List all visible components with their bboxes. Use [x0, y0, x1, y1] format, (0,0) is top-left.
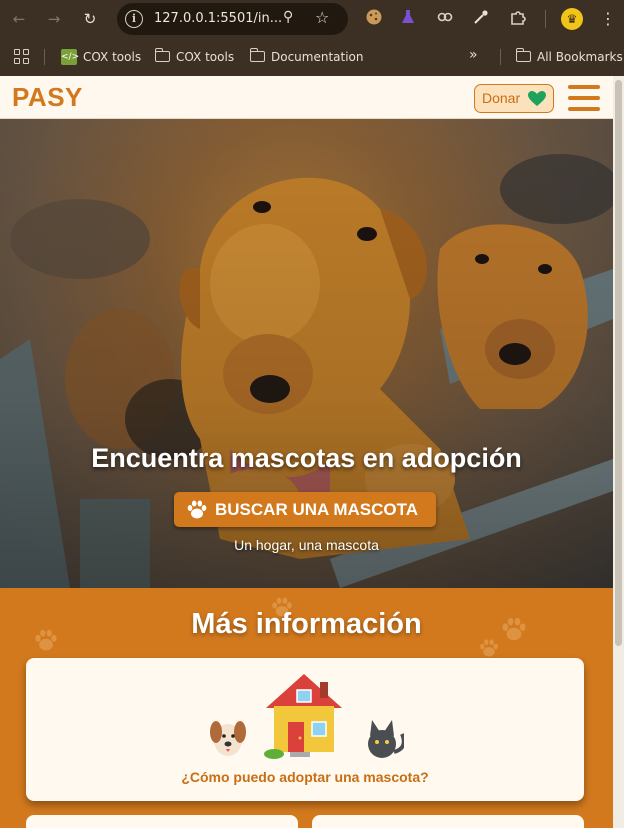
donate-button[interactable]: Donar: [474, 84, 554, 113]
scrollbar-thumb[interactable]: [615, 80, 622, 646]
code-icon: </>: [61, 48, 79, 65]
site-logo[interactable]: PASY: [12, 82, 83, 113]
url-text[interactable]: 127.0.0.1:5501/in...: [154, 11, 282, 26]
search-pet-button[interactable]: BUSCAR UNA MASCOTA: [174, 492, 436, 527]
zoom-icon[interactable]: ⚲: [283, 9, 293, 25]
flask-extension-icon[interactable]: [397, 8, 419, 30]
hero-subtitle: Un hogar, una mascota: [234, 537, 379, 553]
page-scrollbar[interactable]: [613, 76, 624, 828]
bookmark-documentation-folder[interactable]: Documentation: [249, 48, 364, 66]
profile-avatar[interactable]: ♛: [561, 8, 583, 30]
site-header: PASY Donar: [0, 76, 613, 119]
hero-title: Encuentra mascotas en adopción: [91, 443, 522, 473]
page-viewport: PASY Donar Encuentra mascotas en adopció…: [0, 76, 613, 828]
bookmarks-bar: </> COX tools COX tools Documentation » A…: [0, 38, 624, 76]
bookmark-label: COX tools: [83, 50, 142, 64]
link-extension-icon[interactable]: [434, 8, 456, 30]
adoption-illustration: [210, 674, 404, 759]
search-pet-label: BUSCAR UNA MASCOTA: [215, 500, 419, 519]
all-bookmarks-label: All Bookmarks: [537, 50, 623, 64]
folder-icon: [249, 48, 265, 62]
bookmark-label: COX tools: [176, 50, 235, 64]
paw-pattern-icon: [480, 639, 498, 657]
browser-menu-icon[interactable]: ⋮: [598, 8, 618, 30]
forward-arrow-icon[interactable]: →: [44, 9, 64, 29]
hamburger-menu-icon[interactable]: [568, 85, 600, 111]
browser-toolbar: ← → ↻ i 127.0.0.1:5501/in... ⚲ ☆ ♛ ⋮: [0, 0, 624, 38]
donate-label: Donar: [482, 90, 521, 106]
paw-icon: [187, 500, 207, 519]
apps-grid-icon[interactable]: [14, 49, 30, 65]
house-icon: [264, 674, 342, 759]
cat-icon: [368, 720, 404, 758]
site-info-icon[interactable]: i: [125, 10, 143, 28]
eyedropper-extension-icon[interactable]: [470, 8, 492, 30]
bookmark-cox-tools-folder[interactable]: COX tools: [154, 48, 235, 66]
bookmark-label: Documentation: [271, 50, 364, 64]
hero-banner: Encuentra mascotas en adopción BUSCAR UN…: [0, 119, 613, 588]
card-title: ¿Cómo puedo adoptar una mascota?: [181, 769, 429, 785]
toolbar-divider: [545, 10, 546, 28]
info-card-partial[interactable]: [312, 815, 584, 828]
puzzle-extensions-icon[interactable]: [507, 8, 529, 30]
info-card-adopt[interactable]: ¿Cómo puedo adoptar una mascota?: [26, 658, 584, 801]
reload-icon[interactable]: ↻: [80, 9, 100, 29]
bookmark-cox-tools-code[interactable]: </> COX tools: [61, 48, 141, 66]
bookmarks-divider: [500, 49, 501, 65]
folder-icon: [515, 48, 531, 62]
cookie-extension-icon[interactable]: [363, 8, 385, 30]
bookmarks-divider: [44, 49, 45, 65]
heart-icon: [528, 91, 546, 106]
folder-icon: [154, 48, 170, 62]
dog-icon: [210, 721, 246, 756]
bookmark-star-icon[interactable]: ☆: [315, 8, 329, 27]
section-title: Más información: [191, 608, 422, 640]
info-card-partial[interactable]: [26, 815, 298, 828]
all-bookmarks-button[interactable]: All Bookmarks: [515, 48, 623, 66]
address-bar[interactable]: i 127.0.0.1:5501/in... ⚲ ☆: [117, 3, 348, 35]
more-info-section: Más información ¿Cómo puedo adoptar una …: [0, 588, 613, 828]
back-arrow-icon[interactable]: ←: [9, 9, 29, 29]
bookmarks-overflow-icon[interactable]: »: [469, 47, 478, 63]
